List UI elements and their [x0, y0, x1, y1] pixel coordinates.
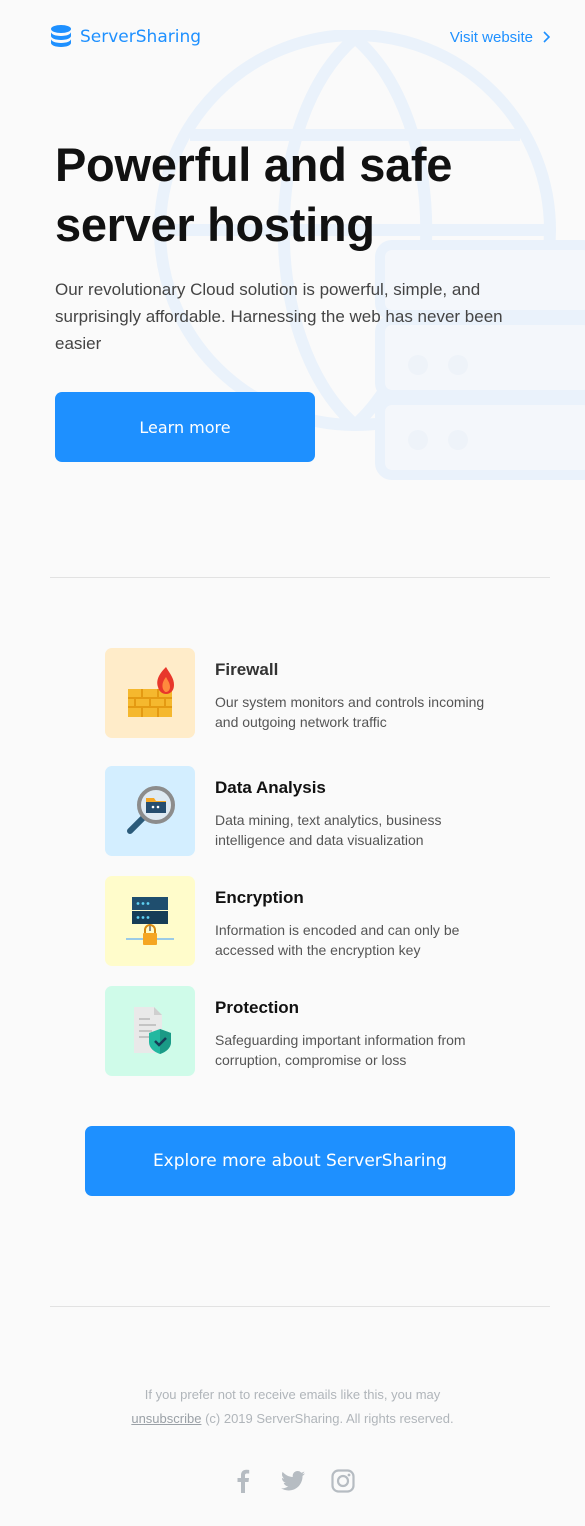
- footer-line1: If you prefer not to receive emails like…: [144, 1387, 441, 1402]
- twitter-icon[interactable]: [280, 1466, 305, 1496]
- visit-website-label: Visit website: [449, 28, 533, 46]
- learn-more-button[interactable]: Learn more: [55, 392, 315, 462]
- feature-icon-tile: [105, 876, 195, 966]
- feature-title: Data Analysis: [215, 778, 326, 797]
- feature-protection: Protection Safeguarding important inform…: [105, 986, 505, 1076]
- hero-title: Powerful and safe server hosting: [55, 138, 453, 251]
- chevron-right-icon: [543, 31, 550, 43]
- facebook-icon[interactable]: [231, 1466, 255, 1496]
- document-shield-icon: [134, 1007, 171, 1054]
- feature-title: Firewall: [215, 660, 279, 679]
- explore-button[interactable]: Explore more about ServerSharing: [85, 1126, 515, 1196]
- social-links: [0, 1466, 585, 1496]
- magnifier-folder-icon: [127, 786, 175, 834]
- server-lock-icon: [126, 897, 174, 945]
- feature-data-analysis: Data Analysis Data mining, text analytic…: [105, 766, 505, 856]
- feature-description: Safeguarding important information from …: [215, 1032, 466, 1068]
- feature-description: Data mining, text analytics, business in…: [215, 812, 442, 848]
- instagram-icon[interactable]: [330, 1466, 355, 1496]
- brand-name: ServerSharing: [80, 27, 202, 47]
- feature-title: Protection: [215, 998, 300, 1017]
- feature-icon-tile: [105, 766, 195, 856]
- divider: [50, 1306, 550, 1307]
- feature-title: Encryption: [215, 888, 304, 907]
- header: ServerSharing Visit website: [50, 22, 550, 52]
- feature-description: Information is encoded and can only be a…: [215, 922, 460, 958]
- feature-icon-tile: [105, 648, 195, 738]
- unsubscribe-link[interactable]: unsubscribe: [131, 1411, 201, 1426]
- visit-website-link[interactable]: Visit website: [450, 29, 550, 46]
- database-icon: [51, 25, 71, 47]
- feature-firewall: Firewall Our system monitors and control…: [105, 648, 505, 738]
- feature-icon-tile: [105, 986, 195, 1076]
- feature-description: Our system monitors and controls incomin…: [215, 694, 485, 730]
- footer-line2: unsubscribe (c) 2019 ServerSharing. All …: [0, 1407, 585, 1431]
- hero-description: Our revolutionary Cloud solution is powe…: [55, 280, 503, 353]
- brand-logo[interactable]: ServerSharing: [50, 24, 201, 50]
- copyright-text: (c) 2019 ServerSharing. All rights reser…: [205, 1411, 454, 1426]
- footer-text: If you prefer not to receive emails like…: [0, 1383, 585, 1431]
- firewall-icon: [128, 667, 174, 717]
- divider: [50, 577, 550, 578]
- feature-encryption: Encryption Information is encoded and ca…: [105, 876, 505, 966]
